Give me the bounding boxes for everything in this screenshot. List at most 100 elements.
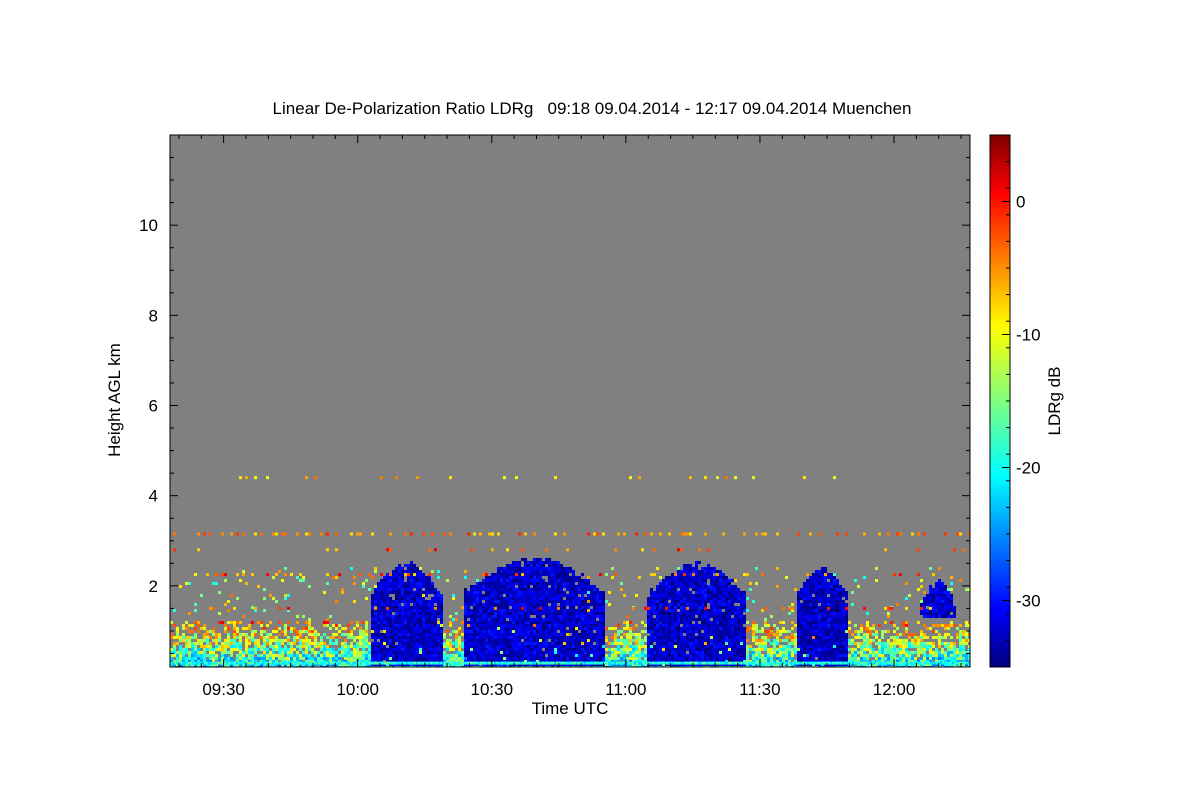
heatmap-cell: [371, 630, 374, 633]
heatmap-cell: [734, 648, 737, 651]
heatmap-cell: [593, 588, 596, 591]
heatmap-cell: [650, 630, 653, 633]
heatmap-cell: [413, 564, 416, 567]
heatmap-cell: [344, 657, 347, 660]
heatmap-cell: [710, 612, 713, 615]
heatmap-cell: [410, 612, 413, 615]
heatmap-cell: [797, 609, 800, 612]
heatmap-cell: [560, 573, 563, 576]
heatmap-cell: [656, 651, 659, 654]
heatmap-cell: [434, 621, 437, 624]
heatmap-cell: [575, 654, 578, 657]
heatmap-cell: [710, 624, 713, 627]
heatmap-cell: [395, 594, 398, 597]
heatmap-cell: [575, 603, 578, 606]
heatmap-cell: [374, 612, 377, 615]
heatmap-cell: [560, 615, 563, 618]
heatmap-cell: [503, 621, 506, 624]
heatmap-cell: [497, 603, 500, 606]
heatmap-cell: [737, 612, 740, 615]
heatmap-cell: [653, 636, 656, 639]
heatmap-cell: [635, 654, 638, 657]
heatmap-cell: [233, 633, 236, 636]
heatmap-cell: [752, 651, 755, 654]
heatmap-cell: [431, 585, 434, 588]
heatmap-cell: [422, 648, 425, 651]
heatmap-cell: [446, 657, 449, 660]
heatmap-cell: [398, 594, 401, 597]
heatmap-cell: [392, 573, 395, 576]
heatmap-cell: [476, 621, 479, 624]
heatmap-cell: [836, 630, 839, 633]
heatmap-cell: [410, 654, 413, 657]
heatmap-cell: [599, 645, 602, 648]
heatmap-cell: [545, 657, 548, 660]
heatmap-cell: [815, 654, 818, 657]
heatmap-cell: [776, 657, 779, 660]
heatmap-cell: [536, 645, 539, 648]
heatmap-cell: [509, 564, 512, 567]
heatmap-cell: [596, 621, 599, 624]
heatmap-cell: [188, 582, 191, 585]
heatmap-cell: [635, 624, 638, 627]
heatmap-cell: [656, 594, 659, 597]
heatmap-cell: [287, 594, 290, 597]
heatmap-cell: [329, 642, 332, 645]
heatmap-cell: [833, 600, 836, 603]
heatmap-cell: [515, 582, 518, 585]
heatmap-cell: [401, 567, 404, 570]
heatmap-cell: [719, 576, 722, 579]
heatmap-cell: [239, 636, 242, 639]
heatmap-cell: [371, 648, 374, 651]
heatmap-cell: [797, 633, 800, 636]
heatmap-cell: [500, 648, 503, 651]
heatmap-cell: [440, 603, 443, 606]
heatmap-cell: [500, 600, 503, 603]
heatmap-cell: [371, 645, 374, 648]
heatmap-cell: [737, 639, 740, 642]
heatmap-cell: [503, 606, 506, 609]
heatmap-cell: [479, 639, 482, 642]
heatmap-cell: [713, 639, 716, 642]
heatmap-cell: [419, 633, 422, 636]
heatmap-cell: [479, 585, 482, 588]
heatmap-cell: [683, 600, 686, 603]
heatmap-cell: [479, 603, 482, 606]
heatmap-cell: [770, 615, 773, 618]
heatmap-cell: [212, 627, 215, 630]
heatmap-cell: [413, 591, 416, 594]
heatmap-cell: [752, 636, 755, 639]
heatmap-cell: [263, 645, 266, 648]
heatmap-cell: [803, 609, 806, 612]
heatmap-cell: [569, 654, 572, 657]
heatmap-cell: [797, 606, 800, 609]
heatmap-cell: [479, 648, 482, 651]
heatmap-cell: [497, 609, 500, 612]
heatmap-cell: [728, 639, 731, 642]
heatmap-cell: [404, 630, 407, 633]
heatmap-cell: [752, 621, 755, 624]
heatmap-cell: [413, 600, 416, 603]
heatmap-cell: [413, 612, 416, 615]
heatmap-cell: [773, 642, 776, 645]
heatmap-cell: [743, 627, 746, 630]
heatmap-cell: [572, 591, 575, 594]
heatmap-cell: [464, 603, 467, 606]
heatmap-cell: [662, 627, 665, 630]
heatmap-cell: [566, 624, 569, 627]
heatmap-cell: [689, 633, 692, 636]
heatmap-cell: [698, 570, 701, 573]
heatmap-cell: [650, 636, 653, 639]
heatmap-cell: [422, 636, 425, 639]
heatmap-cell: [176, 651, 179, 654]
heatmap-cell: [497, 654, 500, 657]
heatmap-cell: [701, 624, 704, 627]
heatmap-cell: [413, 597, 416, 600]
heatmap-cell: [707, 642, 710, 645]
heatmap-cell: [440, 639, 443, 642]
heatmap-cell: [530, 564, 533, 567]
heatmap-cell: [254, 633, 257, 636]
heatmap-cell: [554, 606, 557, 609]
heatmap-cell: [380, 579, 383, 582]
heatmap-cell: [725, 582, 728, 585]
